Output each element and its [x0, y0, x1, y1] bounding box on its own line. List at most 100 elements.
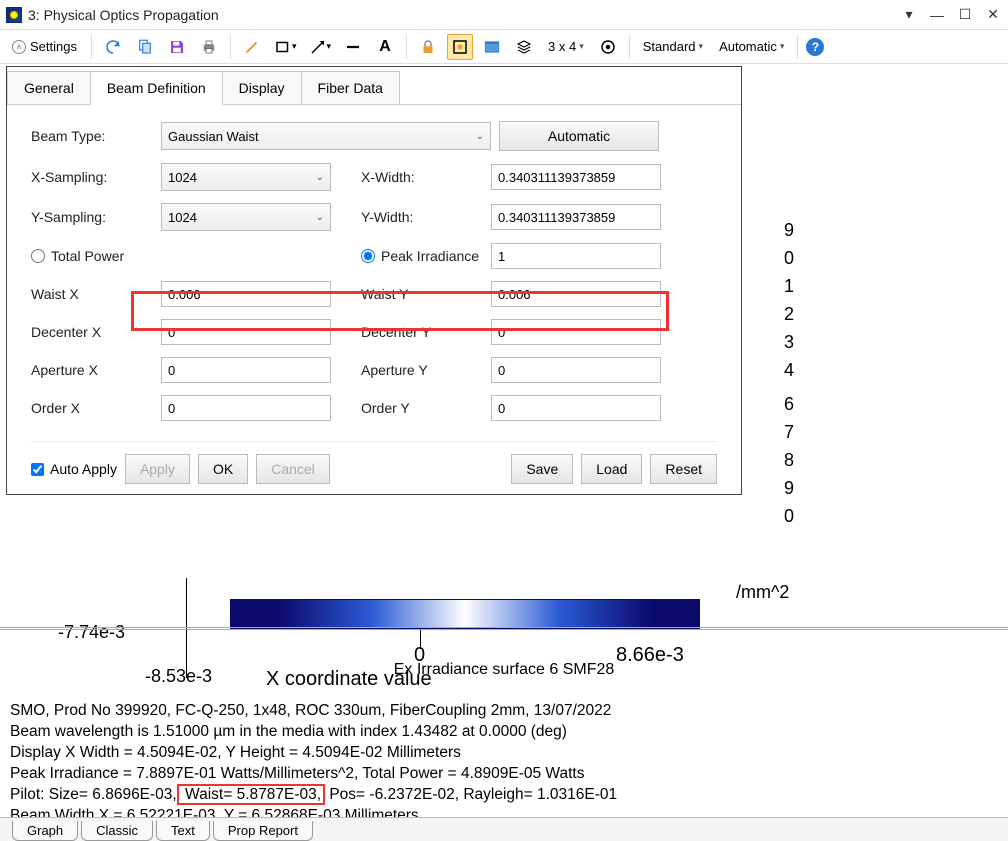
save-button[interactable]: Save [511, 454, 573, 484]
window-icon[interactable] [479, 34, 505, 60]
y-width-label: Y-Width: [361, 209, 491, 225]
copy-icon[interactable] [132, 34, 158, 60]
y-tick: 2 [784, 304, 794, 325]
print-icon[interactable] [196, 34, 222, 60]
output-line: Peak Irradiance = 7.8897E-01 Watts/Milli… [10, 765, 584, 782]
output-line: SMO, Prod No 399920, FC-Q-250, 1x48, ROC… [10, 702, 611, 719]
refresh-icon[interactable] [100, 34, 126, 60]
minimize-button[interactable]: — [928, 6, 946, 24]
y-tick: 9 [784, 478, 794, 499]
decenter-x-input[interactable] [161, 319, 331, 345]
settings-label: Settings [30, 39, 77, 54]
help-icon[interactable]: ? [806, 38, 824, 56]
load-button[interactable]: Load [581, 454, 642, 484]
y-width-input[interactable] [491, 204, 661, 230]
y-tick: 9 [784, 220, 794, 241]
y-tick: 7 [784, 422, 794, 443]
waist-y-label: Waist Y [361, 286, 491, 302]
output-line: Pos= -6.2372E-02, Rayleigh= 1.0316E-01 [325, 786, 617, 803]
y-tick: 6 [784, 394, 794, 415]
chevron-up-icon: ˄ [12, 40, 26, 54]
window-title: 3: Physical Optics Propagation [28, 7, 900, 23]
tab-classic[interactable]: Classic [81, 821, 153, 841]
text-icon[interactable]: A [372, 34, 398, 60]
automatic-button[interactable]: Automatic [499, 121, 659, 151]
beam-type-select[interactable]: Gaussian Waist⌄ [161, 122, 491, 150]
auto-apply-checkbox[interactable]: Auto Apply [31, 461, 117, 477]
output-line: Beam Width X = 6.52221E-03, Y = 6.52868E… [10, 807, 419, 817]
apply-button[interactable]: Apply [125, 454, 190, 484]
y-tick: 8 [784, 450, 794, 471]
grid-dropdown[interactable]: 3 x 4▾ [543, 36, 589, 57]
decenter-y-label: Decenter Y [361, 324, 491, 340]
y-tick: 0 [784, 248, 794, 269]
zoom-fit-icon[interactable] [447, 34, 473, 60]
peak-irradiance-input[interactable] [491, 243, 661, 269]
order-y-input[interactable] [491, 395, 661, 421]
y-tick: 4 [784, 360, 794, 381]
ok-button[interactable]: OK [198, 454, 248, 484]
auto-dropdown[interactable]: Automatic▾ [714, 36, 789, 57]
waist-y-input[interactable] [491, 281, 661, 307]
tab-beam-definition[interactable]: Beam Definition [90, 71, 223, 105]
pencil-icon[interactable] [239, 34, 265, 60]
settings-panel: General Beam Definition Display Fiber Da… [6, 66, 742, 495]
y-tick: 3 [784, 332, 794, 353]
decenter-y-input[interactable] [491, 319, 661, 345]
tab-general[interactable]: General [7, 71, 91, 104]
order-x-input[interactable] [161, 395, 331, 421]
target-icon[interactable] [595, 34, 621, 60]
app-icon [6, 7, 22, 23]
close-button[interactable]: ✕ [984, 6, 1002, 24]
aperture-x-input[interactable] [161, 357, 331, 383]
y-tick: 1 [784, 276, 794, 297]
save-icon[interactable] [164, 34, 190, 60]
y-tick: 0 [784, 506, 794, 527]
rectangle-icon[interactable]: ▾ [271, 34, 300, 60]
output-panel: Ex Irradiance surface 6 SMF28 SMO, Prod … [0, 627, 1008, 817]
aperture-y-label: Aperture Y [361, 362, 491, 378]
bottom-tabs: Graph Classic Text Prop Report [0, 817, 1008, 841]
layers-icon[interactable] [511, 34, 537, 60]
x-width-label: X-Width: [361, 169, 491, 185]
tab-graph[interactable]: Graph [12, 821, 78, 841]
output-line: Beam wavelength is 1.51000 µm in the med… [10, 723, 567, 740]
tab-fiber-data[interactable]: Fiber Data [301, 71, 400, 104]
tab-display[interactable]: Display [222, 71, 302, 104]
decenter-x-label: Decenter X [31, 324, 161, 340]
order-y-label: Order Y [361, 400, 491, 416]
x-sampling-label: X-Sampling: [31, 169, 161, 185]
aperture-x-label: Aperture X [31, 362, 161, 378]
output-line: Display X Width = 4.5094E-02, Y Height =… [10, 744, 461, 761]
lock-icon[interactable] [415, 34, 441, 60]
tab-text[interactable]: Text [156, 821, 210, 841]
x-width-input[interactable] [491, 164, 661, 190]
reset-button[interactable]: Reset [650, 454, 717, 484]
peak-irradiance-label: Peak Irradiance [381, 248, 479, 264]
tab-prop-report[interactable]: Prop Report [213, 821, 313, 841]
toolbar: ˄ Settings ▾ ▾ A 3 x 4▾ Standard▾ Automa… [0, 30, 1008, 64]
beam-type-label: Beam Type: [31, 128, 161, 144]
x-sampling-select[interactable]: 1024⌄ [161, 163, 331, 191]
settings-toggle[interactable]: ˄ Settings [6, 36, 83, 57]
order-x-label: Order X [31, 400, 161, 416]
cancel-button[interactable]: Cancel [256, 454, 330, 484]
output-line: Pilot: Size= 6.8696E-03, [10, 786, 177, 803]
total-power-label: Total Power [51, 248, 124, 264]
dropdown-icon[interactable]: ▾ [900, 6, 918, 24]
total-power-radio[interactable] [31, 249, 45, 263]
highlight-waist-value: Waist= 5.8787E-03, [177, 784, 325, 805]
aperture-y-input[interactable] [491, 357, 661, 383]
line-icon[interactable] [340, 34, 366, 60]
y-sampling-select[interactable]: 1024⌄ [161, 203, 331, 231]
peak-irradiance-radio[interactable] [361, 249, 375, 263]
plot-band [230, 599, 700, 629]
mode-dropdown[interactable]: Standard▾ [638, 36, 708, 57]
y-sampling-label: Y-Sampling: [31, 209, 161, 225]
window-titlebar: 3: Physical Optics Propagation ▾ — ☐ ✕ [0, 0, 1008, 30]
maximize-button[interactable]: ☐ [956, 6, 974, 24]
output-title: Ex Irradiance surface 6 SMF28 [10, 659, 998, 681]
arrow-icon[interactable]: ▾ [306, 34, 335, 60]
waist-x-label: Waist X [31, 286, 161, 302]
waist-x-input[interactable] [161, 281, 331, 307]
